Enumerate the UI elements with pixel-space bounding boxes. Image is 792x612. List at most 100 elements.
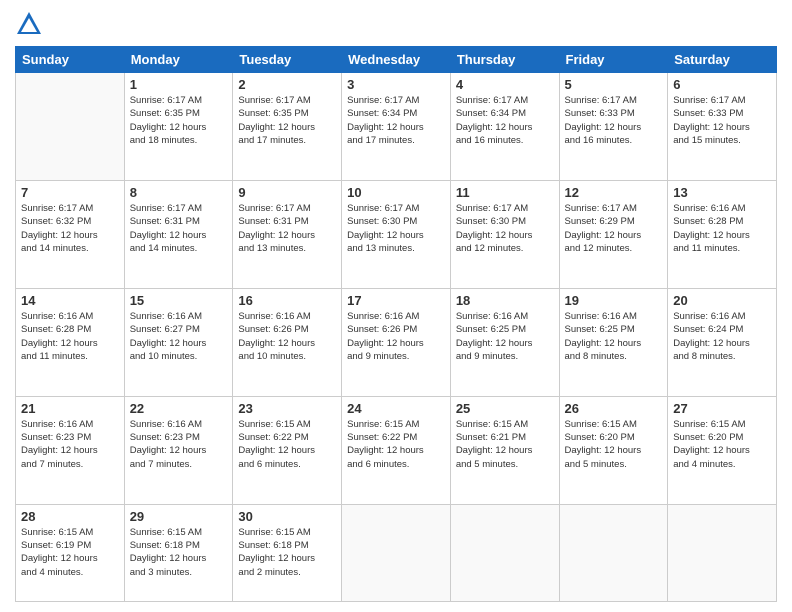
calendar-cell (16, 73, 125, 181)
calendar-cell: 19 Sunrise: 6:16 AM Sunset: 6:25 PM Dayli… (559, 288, 668, 396)
weekday-header-sunday: Sunday (16, 47, 125, 73)
calendar-cell: 3 Sunrise: 6:17 AM Sunset: 6:34 PM Daylig… (342, 73, 451, 181)
calendar-cell: 4 Sunrise: 6:17 AM Sunset: 6:34 PM Daylig… (450, 73, 559, 181)
day-info: Sunrise: 6:17 AM Sunset: 6:35 PM Dayligh… (130, 94, 228, 147)
calendar-cell: 21 Sunrise: 6:16 AM Sunset: 6:23 PM Dayli… (16, 396, 125, 504)
page: SundayMondayTuesdayWednesdayThursdayFrid… (0, 0, 792, 612)
day-info: Sunrise: 6:17 AM Sunset: 6:31 PM Dayligh… (130, 202, 228, 255)
calendar-cell: 6Sunrise: 6:17 AM Sunset: 6:33 PM Daylig… (668, 73, 777, 181)
day-number: 26 (565, 401, 663, 416)
day-number: 17 (347, 293, 445, 308)
calendar-cell: 12Sunrise: 6:17 AM Sunset: 6:29 PM Dayli… (559, 180, 668, 288)
day-info: Sunrise: 6:17 AM Sunset: 6:33 PM Dayligh… (565, 94, 663, 147)
day-number: 4 (456, 77, 554, 92)
calendar-cell: 24 Sunrise: 6:15 AM Sunset: 6:22 PM Dayli… (342, 396, 451, 504)
calendar-cell: 22 Sunrise: 6:16 AM Sunset: 6:23 PM Dayli… (124, 396, 233, 504)
day-number: 8 (130, 185, 228, 200)
calendar-week-2: 7 Sunrise: 6:17 AM Sunset: 6:32 PM Daylig… (16, 180, 777, 288)
day-info: Sunrise: 6:17 AM Sunset: 6:30 PM Dayligh… (347, 202, 445, 255)
day-number: 15 (130, 293, 228, 308)
day-info: Sunrise: 6:17 AM Sunset: 6:34 PM Dayligh… (347, 94, 445, 147)
weekday-header-monday: Monday (124, 47, 233, 73)
calendar-cell: 7 Sunrise: 6:17 AM Sunset: 6:32 PM Daylig… (16, 180, 125, 288)
calendar-cell: 13 Sunrise: 6:16 AM Sunset: 6:28 PM Dayli… (668, 180, 777, 288)
day-number: 23 (238, 401, 336, 416)
day-info: Sunrise: 6:15 AM Sunset: 6:18 PM Dayligh… (130, 526, 228, 579)
day-info: Sunrise: 6:16 AM Sunset: 6:25 PM Dayligh… (565, 310, 663, 363)
day-number: 12 (565, 185, 663, 200)
calendar-cell: 18 Sunrise: 6:16 AM Sunset: 6:25 PM Dayli… (450, 288, 559, 396)
day-number: 28 (21, 509, 119, 524)
calendar-cell: 2Sunrise: 6:17 AM Sunset: 6:35 PM Daylig… (233, 73, 342, 181)
calendar-cell: 20 Sunrise: 6:16 AM Sunset: 6:24 PM Dayli… (668, 288, 777, 396)
calendar-cell (450, 504, 559, 601)
day-info: Sunrise: 6:16 AM Sunset: 6:28 PM Dayligh… (21, 310, 119, 363)
calendar-cell: 27 Sunrise: 6:15 AM Sunset: 6:20 PM Dayli… (668, 396, 777, 504)
day-number: 9 (238, 185, 336, 200)
day-info: Sunrise: 6:17 AM Sunset: 6:34 PM Dayligh… (456, 94, 554, 147)
calendar-week-1: 1 Sunrise: 6:17 AM Sunset: 6:35 PM Daylig… (16, 73, 777, 181)
logo-icon (15, 10, 43, 38)
day-info: Sunrise: 6:17 AM Sunset: 6:30 PM Dayligh… (456, 202, 554, 255)
day-number: 30 (238, 509, 336, 524)
day-number: 27 (673, 401, 771, 416)
day-info: Sunrise: 6:15 AM Sunset: 6:22 PM Dayligh… (347, 418, 445, 471)
day-number: 21 (21, 401, 119, 416)
day-info: Sunrise: 6:16 AM Sunset: 6:24 PM Dayligh… (673, 310, 771, 363)
day-info: Sunrise: 6:16 AM Sunset: 6:23 PM Dayligh… (130, 418, 228, 471)
weekday-header-friday: Friday (559, 47, 668, 73)
day-info: Sunrise: 6:16 AM Sunset: 6:26 PM Dayligh… (347, 310, 445, 363)
calendar-cell: 5Sunrise: 6:17 AM Sunset: 6:33 PM Daylig… (559, 73, 668, 181)
day-info: Sunrise: 6:15 AM Sunset: 6:18 PM Dayligh… (238, 526, 336, 579)
day-info: Sunrise: 6:15 AM Sunset: 6:19 PM Dayligh… (21, 526, 119, 579)
weekday-header-row: SundayMondayTuesdayWednesdayThursdayFrid… (16, 47, 777, 73)
calendar-cell: 10 Sunrise: 6:17 AM Sunset: 6:30 PM Dayli… (342, 180, 451, 288)
calendar-cell: 26 Sunrise: 6:15 AM Sunset: 6:20 PM Dayli… (559, 396, 668, 504)
day-number: 1 (130, 77, 228, 92)
day-info: Sunrise: 6:16 AM Sunset: 6:27 PM Dayligh… (130, 310, 228, 363)
day-number: 10 (347, 185, 445, 200)
day-info: Sunrise: 6:16 AM Sunset: 6:25 PM Dayligh… (456, 310, 554, 363)
calendar-week-3: 14Sunrise: 6:16 AM Sunset: 6:28 PM Dayli… (16, 288, 777, 396)
day-number: 13 (673, 185, 771, 200)
day-number: 16 (238, 293, 336, 308)
header (15, 10, 777, 38)
weekday-header-wednesday: Wednesday (342, 47, 451, 73)
day-number: 11 (456, 185, 554, 200)
day-info: Sunrise: 6:15 AM Sunset: 6:22 PM Dayligh… (238, 418, 336, 471)
calendar-cell: 29 Sunrise: 6:15 AM Sunset: 6:18 PM Dayli… (124, 504, 233, 601)
calendar-table: SundayMondayTuesdayWednesdayThursdayFrid… (15, 46, 777, 602)
calendar-cell: 8 Sunrise: 6:17 AM Sunset: 6:31 PM Daylig… (124, 180, 233, 288)
day-info: Sunrise: 6:15 AM Sunset: 6:21 PM Dayligh… (456, 418, 554, 471)
calendar-cell: 23 Sunrise: 6:15 AM Sunset: 6:22 PM Dayli… (233, 396, 342, 504)
day-number: 7 (21, 185, 119, 200)
calendar-cell: 30 Sunrise: 6:15 AM Sunset: 6:18 PM Dayli… (233, 504, 342, 601)
day-info: Sunrise: 6:16 AM Sunset: 6:23 PM Dayligh… (21, 418, 119, 471)
calendar-cell: 15 Sunrise: 6:16 AM Sunset: 6:27 PM Dayli… (124, 288, 233, 396)
day-number: 18 (456, 293, 554, 308)
day-number: 19 (565, 293, 663, 308)
day-number: 25 (456, 401, 554, 416)
day-number: 20 (673, 293, 771, 308)
day-info: Sunrise: 6:17 AM Sunset: 6:35 PM Dayligh… (238, 94, 336, 147)
calendar-cell: 1 Sunrise: 6:17 AM Sunset: 6:35 PM Daylig… (124, 73, 233, 181)
day-number: 24 (347, 401, 445, 416)
calendar-cell (342, 504, 451, 601)
day-info: Sunrise: 6:17 AM Sunset: 6:32 PM Dayligh… (21, 202, 119, 255)
calendar-cell (668, 504, 777, 601)
day-number: 29 (130, 509, 228, 524)
day-info: Sunrise: 6:17 AM Sunset: 6:33 PM Dayligh… (673, 94, 771, 147)
day-number: 22 (130, 401, 228, 416)
day-info: Sunrise: 6:16 AM Sunset: 6:28 PM Dayligh… (673, 202, 771, 255)
calendar-cell: 25 Sunrise: 6:15 AM Sunset: 6:21 PM Dayli… (450, 396, 559, 504)
calendar-cell (559, 504, 668, 601)
day-info: Sunrise: 6:15 AM Sunset: 6:20 PM Dayligh… (673, 418, 771, 471)
calendar-cell: 11 Sunrise: 6:17 AM Sunset: 6:30 PM Dayli… (450, 180, 559, 288)
calendar-cell: 17 Sunrise: 6:16 AM Sunset: 6:26 PM Dayli… (342, 288, 451, 396)
day-info: Sunrise: 6:15 AM Sunset: 6:20 PM Dayligh… (565, 418, 663, 471)
day-number: 3 (347, 77, 445, 92)
calendar-week-5: 28 Sunrise: 6:15 AM Sunset: 6:19 PM Dayli… (16, 504, 777, 601)
weekday-header-tuesday: Tuesday (233, 47, 342, 73)
calendar-cell: 16Sunrise: 6:16 AM Sunset: 6:26 PM Dayli… (233, 288, 342, 396)
calendar-cell: 14Sunrise: 6:16 AM Sunset: 6:28 PM Dayli… (16, 288, 125, 396)
